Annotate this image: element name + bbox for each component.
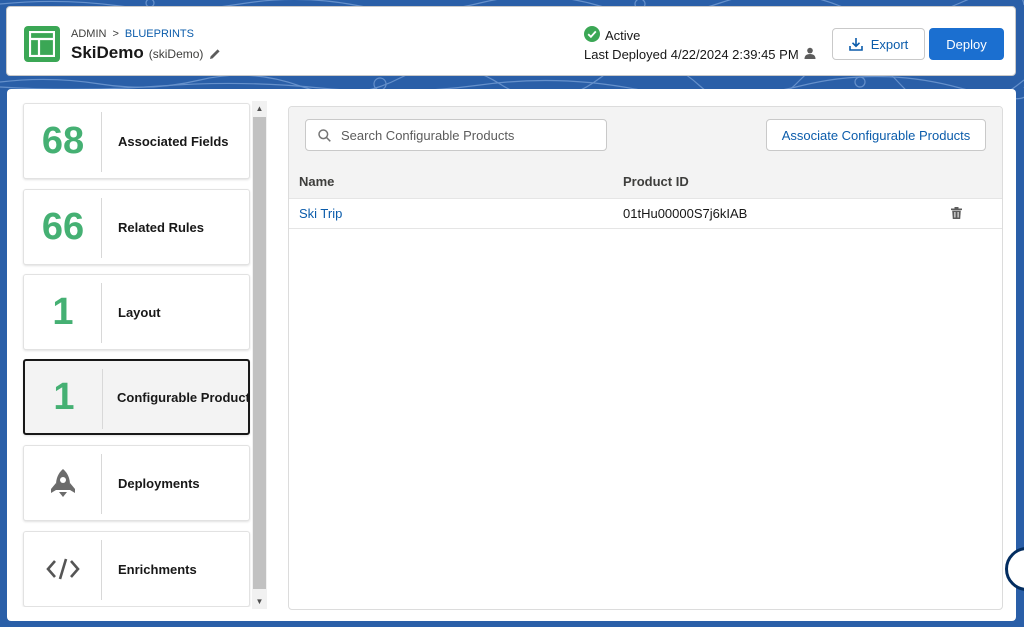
export-button[interactable]: Export xyxy=(832,28,925,60)
column-header-name[interactable]: Name xyxy=(299,165,334,198)
status-badge: Active xyxy=(584,26,640,45)
scroll-up-arrow-icon[interactable]: ▲ xyxy=(252,101,267,116)
card-divider xyxy=(101,283,102,343)
card-enrichments[interactable]: Enrichments xyxy=(23,531,250,607)
breadcrumb: ADMIN > BLUEPRINTS xyxy=(71,28,194,40)
associate-configurable-products-button[interactable]: Associate Configurable Products xyxy=(766,119,986,151)
status-text: Active xyxy=(605,28,641,43)
card-count: 1 xyxy=(53,375,75,418)
search-input[interactable] xyxy=(339,126,593,144)
breadcrumb-blueprints[interactable]: BLUEPRINTS xyxy=(125,28,194,40)
card-divider xyxy=(102,369,103,429)
user-icon xyxy=(804,47,816,62)
breadcrumb-admin[interactable]: ADMIN xyxy=(71,28,106,40)
trash-icon[interactable] xyxy=(951,198,962,228)
product-id: 01tHu00000S7j6kIAB xyxy=(623,205,748,221)
configurable-products-panel: Associate Configurable Products Name Pro… xyxy=(288,106,1003,610)
card-related-rules[interactable]: 66 Related Rules xyxy=(23,189,250,265)
card-deployments[interactable]: Deployments xyxy=(23,445,250,521)
card-divider xyxy=(101,540,102,600)
pencil-icon[interactable] xyxy=(209,47,221,65)
card-label: Associated Fields xyxy=(118,133,229,149)
last-deployed: Last Deployed 4/22/2024 2:39:45 PM xyxy=(584,47,816,62)
search-box[interactable] xyxy=(305,119,607,151)
content-area: 68 Associated Fields 66 Related Rules 1 … xyxy=(7,89,1016,621)
title-row: SkiDemo (skiDemo) xyxy=(71,43,221,63)
page-title: SkiDemo xyxy=(71,43,144,62)
table-row: Ski Trip 01tHu00000S7j6kIAB xyxy=(289,198,1002,229)
check-circle-icon xyxy=(584,26,600,45)
last-deployed-text: Last Deployed 4/22/2024 2:39:45 PM xyxy=(584,47,799,62)
scroll-down-arrow-icon[interactable]: ▼ xyxy=(252,594,267,609)
blueprint-app-icon xyxy=(24,26,60,62)
export-label: Export xyxy=(870,36,909,52)
panel-toolbar: Associate Configurable Products xyxy=(289,107,1002,166)
card-associated-fields[interactable]: 68 Associated Fields xyxy=(23,103,250,179)
card-configurable-product[interactable]: 1 Configurable Product xyxy=(23,359,250,435)
deploy-button[interactable]: Deploy xyxy=(929,28,1004,60)
card-label: Enrichments xyxy=(118,561,197,577)
card-label: Configurable Product xyxy=(117,389,250,405)
card-layout[interactable]: 1 Layout xyxy=(23,274,250,350)
card-divider xyxy=(101,454,102,514)
code-icon xyxy=(24,532,102,606)
table-header: Name Product ID xyxy=(289,165,1002,199)
card-count: 66 xyxy=(41,205,85,248)
card-count: 68 xyxy=(41,119,85,162)
page-header: ADMIN > BLUEPRINTS SkiDemo (skiDemo) Activ… xyxy=(6,6,1016,76)
breadcrumb-separator: > xyxy=(112,28,119,40)
card-divider xyxy=(101,112,102,172)
sidebar: 68 Associated Fields 66 Related Rules 1 … xyxy=(21,101,255,607)
product-name-link[interactable]: Ski Trip xyxy=(299,198,342,228)
card-count: 1 xyxy=(52,290,74,333)
download-icon xyxy=(848,38,863,51)
associate-label: Associate Configurable Products xyxy=(781,127,971,143)
deploy-label: Deploy xyxy=(946,36,987,52)
search-icon xyxy=(318,128,331,142)
sidebar-scrollbar[interactable]: ▲ ▼ xyxy=(252,101,267,609)
card-label: Deployments xyxy=(118,475,200,491)
column-header-product-id[interactable]: Product ID xyxy=(623,165,689,198)
card-label: Related Rules xyxy=(118,219,204,235)
scroll-thumb[interactable] xyxy=(253,117,266,589)
card-label: Layout xyxy=(118,304,161,320)
api-name: (skiDemo) xyxy=(148,47,204,61)
rocket-icon xyxy=(24,446,102,520)
card-divider xyxy=(101,198,102,258)
